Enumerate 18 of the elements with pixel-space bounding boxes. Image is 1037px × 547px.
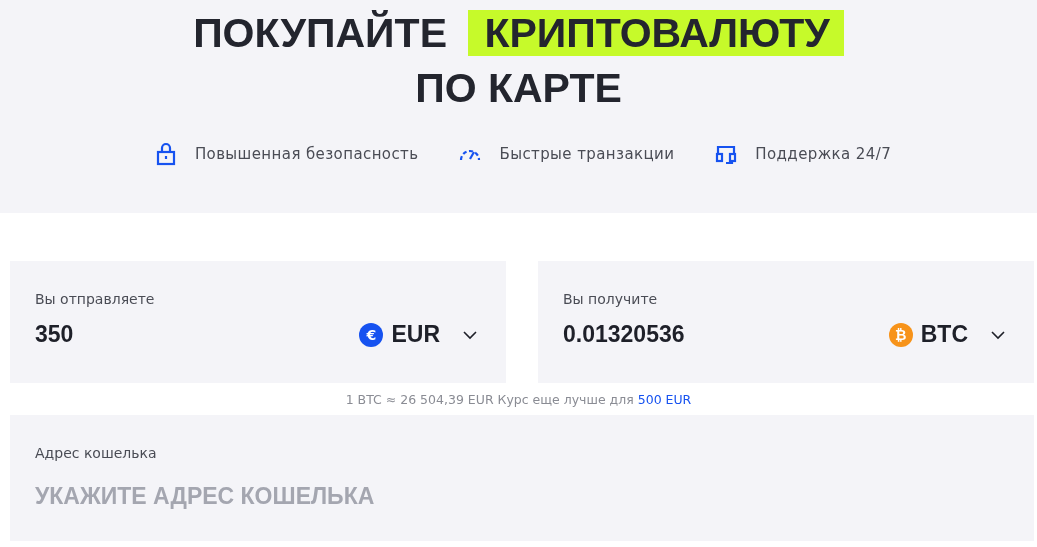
field-label: Адрес кошелька — [35, 445, 158, 461]
coin-icon: ₿ — [888, 322, 913, 347]
currency-code[interactable]: EUR — [391, 321, 440, 348]
coin-icon: € — [359, 322, 384, 347]
amount-value[interactable]: 350 — [35, 321, 360, 348]
wallet-address-input[interactable]: УКАЖИТЕ АДРЕС КОШЕЛЬКА — [35, 483, 635, 510]
feature-label: Поддержка 24/7 — [755, 145, 892, 163]
exchange-rate-text: 1 BTC ≈ 26 504,39 EUR Курс еще лучше для 500 EUR — [344, 392, 693, 407]
currency-code[interactable]: BTC — [920, 321, 968, 348]
rate-link[interactable]: 500 EUR — [637, 392, 692, 407]
feature-label: Повышенная безопасность — [194, 145, 419, 163]
field-label: Вы получите — [563, 291, 659, 307]
page-title: ПОКУПАЙТЕ КРИПТОВАЛЮТУ ПО КАРТЕ — [193, 6, 844, 116]
chevron-down-icon[interactable] — [990, 329, 1006, 340]
feature-label: Быстрые транзакции — [499, 145, 675, 163]
field-label: Вы отправляете — [35, 291, 156, 307]
amount-value[interactable]: 0.01320536 — [563, 321, 889, 348]
chevron-down-icon[interactable] — [462, 329, 478, 340]
